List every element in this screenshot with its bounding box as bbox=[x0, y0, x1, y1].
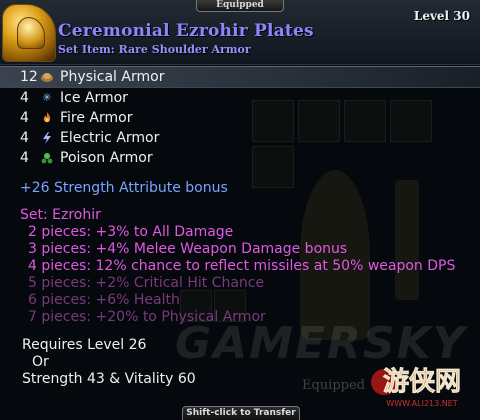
requirement-attributes: Strength 43 & Vitality 60 bbox=[22, 371, 196, 387]
set-bonus-line: 5 pieces: +2% Critical Hit Chance bbox=[28, 275, 265, 291]
set-title: Set: Ezrohir bbox=[20, 207, 101, 223]
shift-click-transfer-tab[interactable]: Shift-click to Transfer bbox=[182, 406, 300, 420]
item-name: Ceremonial Ezrohir Plates bbox=[58, 21, 314, 41]
armor-stats: 12 Physical Armor 4 ✳ Ice Armor 4 Fire A… bbox=[0, 66, 480, 168]
stat-label: Poison Armor bbox=[60, 150, 153, 166]
background-equipped-label: Equipped bbox=[302, 378, 366, 393]
item-subtitle: Set Item: Rare Shoulder Armor bbox=[58, 43, 251, 56]
set-bonuses: Set: Ezrohir 2 pieces: +3% to All Damage… bbox=[20, 207, 455, 326]
set-bonus-line: 3 pieces: +4% Melee Weapon Damage bonus bbox=[28, 241, 348, 257]
set-bonus-line: 2 pieces: +3% to All Damage bbox=[28, 224, 234, 240]
attribute-bonus: +26 Strength Attribute bonus bbox=[20, 180, 228, 196]
site-logo: 游侠网 WWW.ALI213.NET bbox=[370, 360, 474, 410]
stat-label: Ice Armor bbox=[60, 90, 128, 106]
stat-value: 12 bbox=[20, 69, 38, 85]
stat-value: 4 bbox=[20, 90, 29, 106]
physical-armor-icon bbox=[40, 70, 54, 84]
svg-text:游侠网: 游侠网 bbox=[383, 366, 461, 397]
stat-label: Physical Armor bbox=[60, 69, 165, 85]
stat-value: 4 bbox=[20, 110, 29, 126]
stat-row-fire: 4 Fire Armor bbox=[0, 108, 480, 128]
stat-row-electric: 4 Electric Armor bbox=[0, 128, 480, 148]
stat-value: 4 bbox=[20, 130, 29, 146]
equipped-tab[interactable]: Equipped bbox=[196, 0, 284, 12]
stat-label: Fire Armor bbox=[60, 110, 133, 126]
requirement-level: Requires Level 26 bbox=[22, 337, 147, 353]
requirement-or: Or bbox=[32, 354, 49, 370]
svg-text:WWW.ALI213.NET: WWW.ALI213.NET bbox=[386, 399, 457, 408]
set-bonus-line: 4 pieces: 12% chance to reflect missiles… bbox=[28, 258, 456, 274]
item-level: Level 30 bbox=[413, 9, 470, 23]
stat-value: 4 bbox=[20, 150, 29, 166]
shoulder-armor-icon bbox=[2, 4, 56, 62]
stat-row-poison: 4 Poison Armor bbox=[0, 148, 480, 168]
stat-row-ice: 4 ✳ Ice Armor bbox=[0, 88, 480, 108]
poison-icon bbox=[40, 151, 54, 165]
lightning-icon bbox=[40, 131, 54, 145]
requirements: Requires Level 26 Or Strength 43 & Vital… bbox=[22, 337, 196, 388]
stat-row-physical: 12 Physical Armor bbox=[0, 66, 480, 88]
set-bonus-line: 6 pieces: +6% Health bbox=[28, 292, 180, 308]
fire-icon bbox=[40, 111, 54, 125]
stat-label: Electric Armor bbox=[60, 130, 160, 146]
ice-icon: ✳ bbox=[42, 91, 52, 104]
